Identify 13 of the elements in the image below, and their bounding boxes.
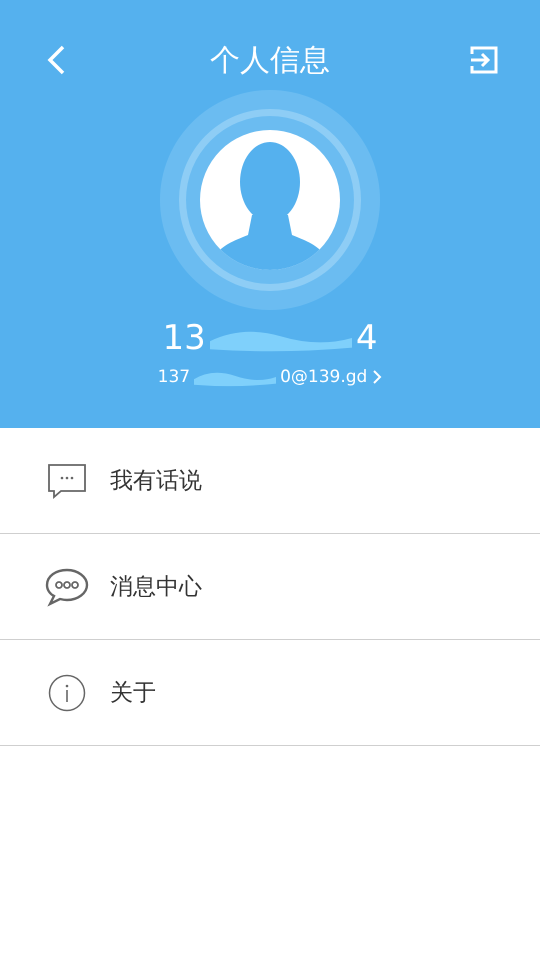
chevron-right-icon[interactable] <box>372 369 382 385</box>
email-address: 137 <box>158 367 190 387</box>
logout-icon[interactable] <box>468 44 500 76</box>
phone-number: 13 <box>162 318 206 358</box>
menu-item[interactable]: 关于 <box>0 640 540 746</box>
page-title: 个人信息 <box>210 42 330 80</box>
email-address-end: 0@139.gd <box>280 367 368 387</box>
chat-bubble-icon <box>44 566 90 606</box>
menu-item[interactable]: 消息中心 <box>0 534 540 640</box>
menu-item[interactable]: 我有话说 <box>0 428 540 534</box>
speech-bubble-icon <box>47 462 87 498</box>
phone-number-end: 4 <box>356 318 378 358</box>
info-icon <box>48 674 86 712</box>
